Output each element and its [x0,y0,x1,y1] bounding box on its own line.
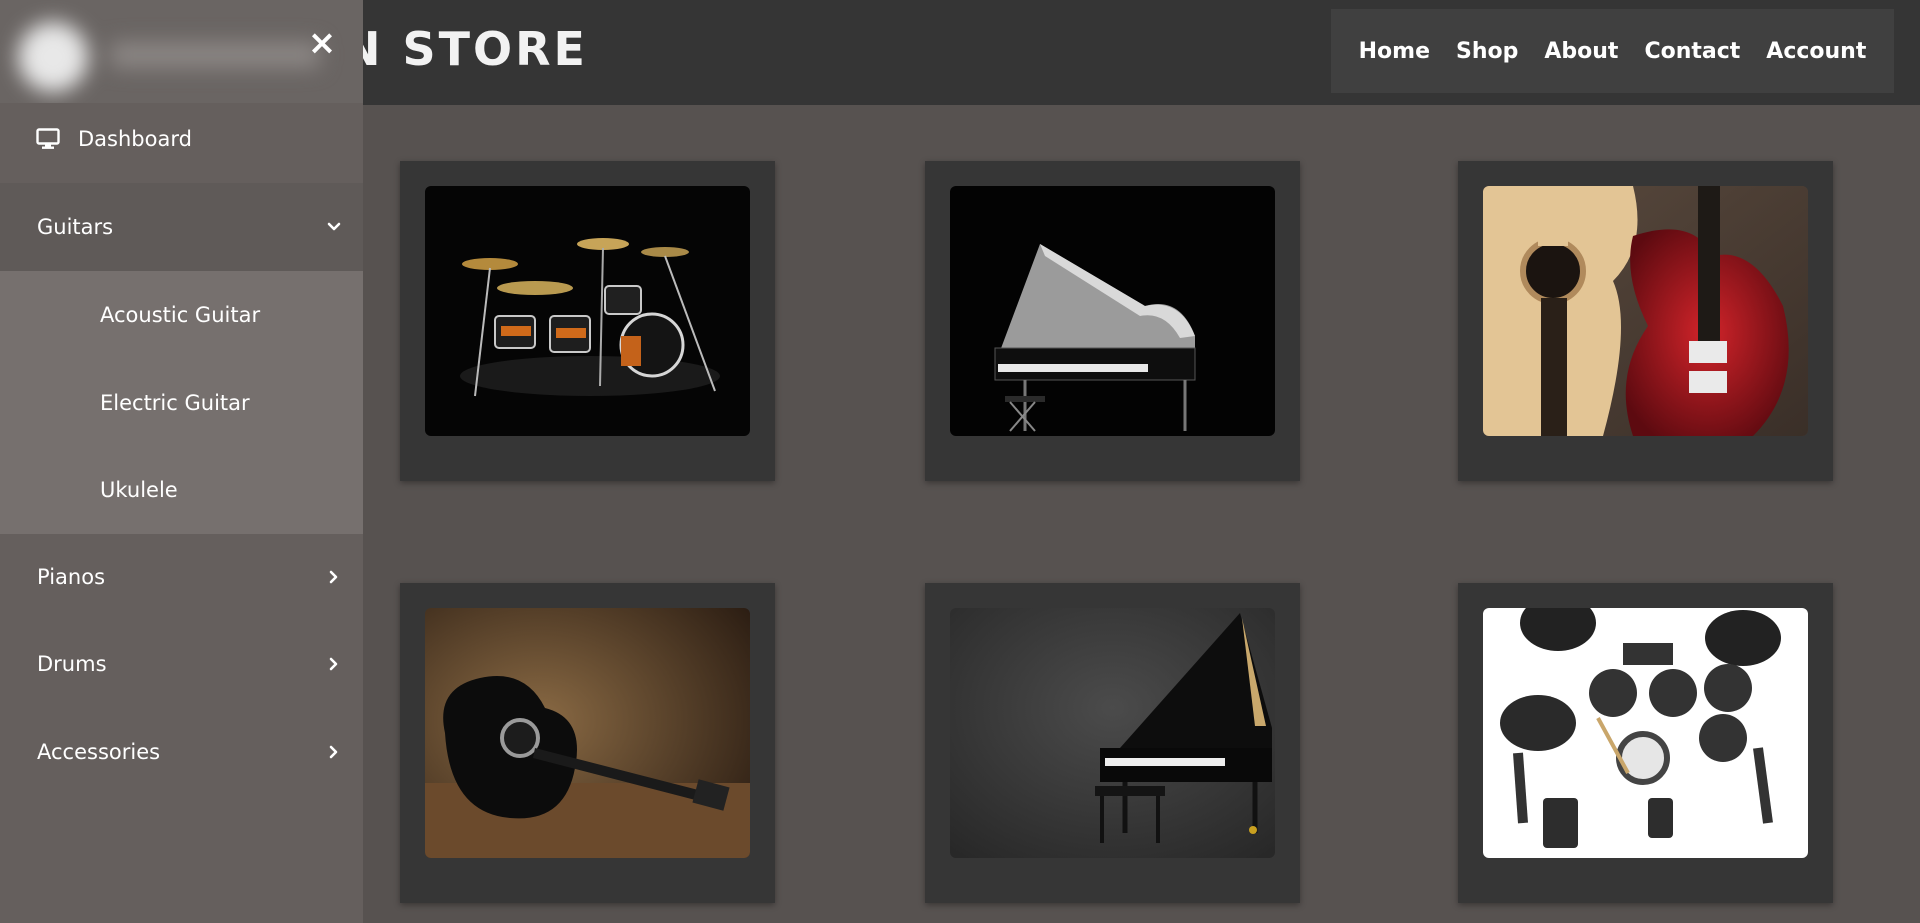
nav-account-link[interactable]: Account [1753,39,1879,64]
grand-piano-image[interactable] [950,186,1275,436]
close-icon[interactable]: × [307,26,337,60]
chevron-right-icon [329,745,338,759]
blurred-profile [10,14,340,92]
submenu-item-electric-guitar[interactable]: Electric Guitar [0,359,363,447]
product-card-acoustic-guitar[interactable] [400,583,775,903]
acoustic-guitar-image[interactable] [425,608,750,858]
sidebar-item-dashboard[interactable]: Dashboard [0,95,363,183]
electronic-drums-image[interactable] [1483,608,1808,858]
sidebar-item-label: Dashboard [78,127,192,151]
main-nav: Home Shop About Contact Account [1331,9,1894,93]
drum-kit-image[interactable] [425,186,750,436]
nav-shop-link[interactable]: Shop [1443,39,1531,64]
guitars-image[interactable] [1483,186,1808,436]
sidebar-item-guitars[interactable]: Guitars [0,183,363,271]
chevron-right-icon [329,570,338,584]
sidebar-item-label: Drums [37,652,107,676]
product-card-grand-piano[interactable] [925,161,1300,481]
sidebar-item-label: Accessories [37,740,161,764]
sidebar-item-pianos[interactable]: Pianos [0,533,363,621]
sidebar-profile-header: × [0,0,363,103]
store-title: N STORE [342,22,588,76]
sidebar-item-label: Pianos [37,565,106,589]
product-card-electronic-drums[interactable] [1458,583,1833,903]
product-card-piano[interactable] [925,583,1300,903]
nav-about-link[interactable]: About [1531,39,1631,64]
guitars-submenu: Acoustic Guitar Electric Guitar Ukulele [0,271,363,534]
sidebar: × Dashboard Guitars Acoustic Guitar Elec… [0,0,363,923]
chevron-down-icon [327,222,341,231]
nav-contact-link[interactable]: Contact [1631,39,1753,64]
sidebar-item-accessories[interactable]: Accessories [0,708,363,796]
chevron-right-icon [329,657,338,671]
submenu-item-acoustic-guitar[interactable]: Acoustic Guitar [0,271,363,359]
blurred-username [110,42,320,68]
monitor-icon [36,128,60,149]
sidebar-item-label: Guitars [37,215,114,239]
sidebar-item-drums[interactable]: Drums [0,620,363,708]
product-card-drum-kit[interactable] [400,161,775,481]
piano-image[interactable] [950,608,1275,858]
nav-home-link[interactable]: Home [1346,39,1443,64]
submenu-item-ukulele[interactable]: Ukulele [0,446,363,534]
avatar [18,22,88,92]
product-card-guitars[interactable] [1458,161,1833,481]
